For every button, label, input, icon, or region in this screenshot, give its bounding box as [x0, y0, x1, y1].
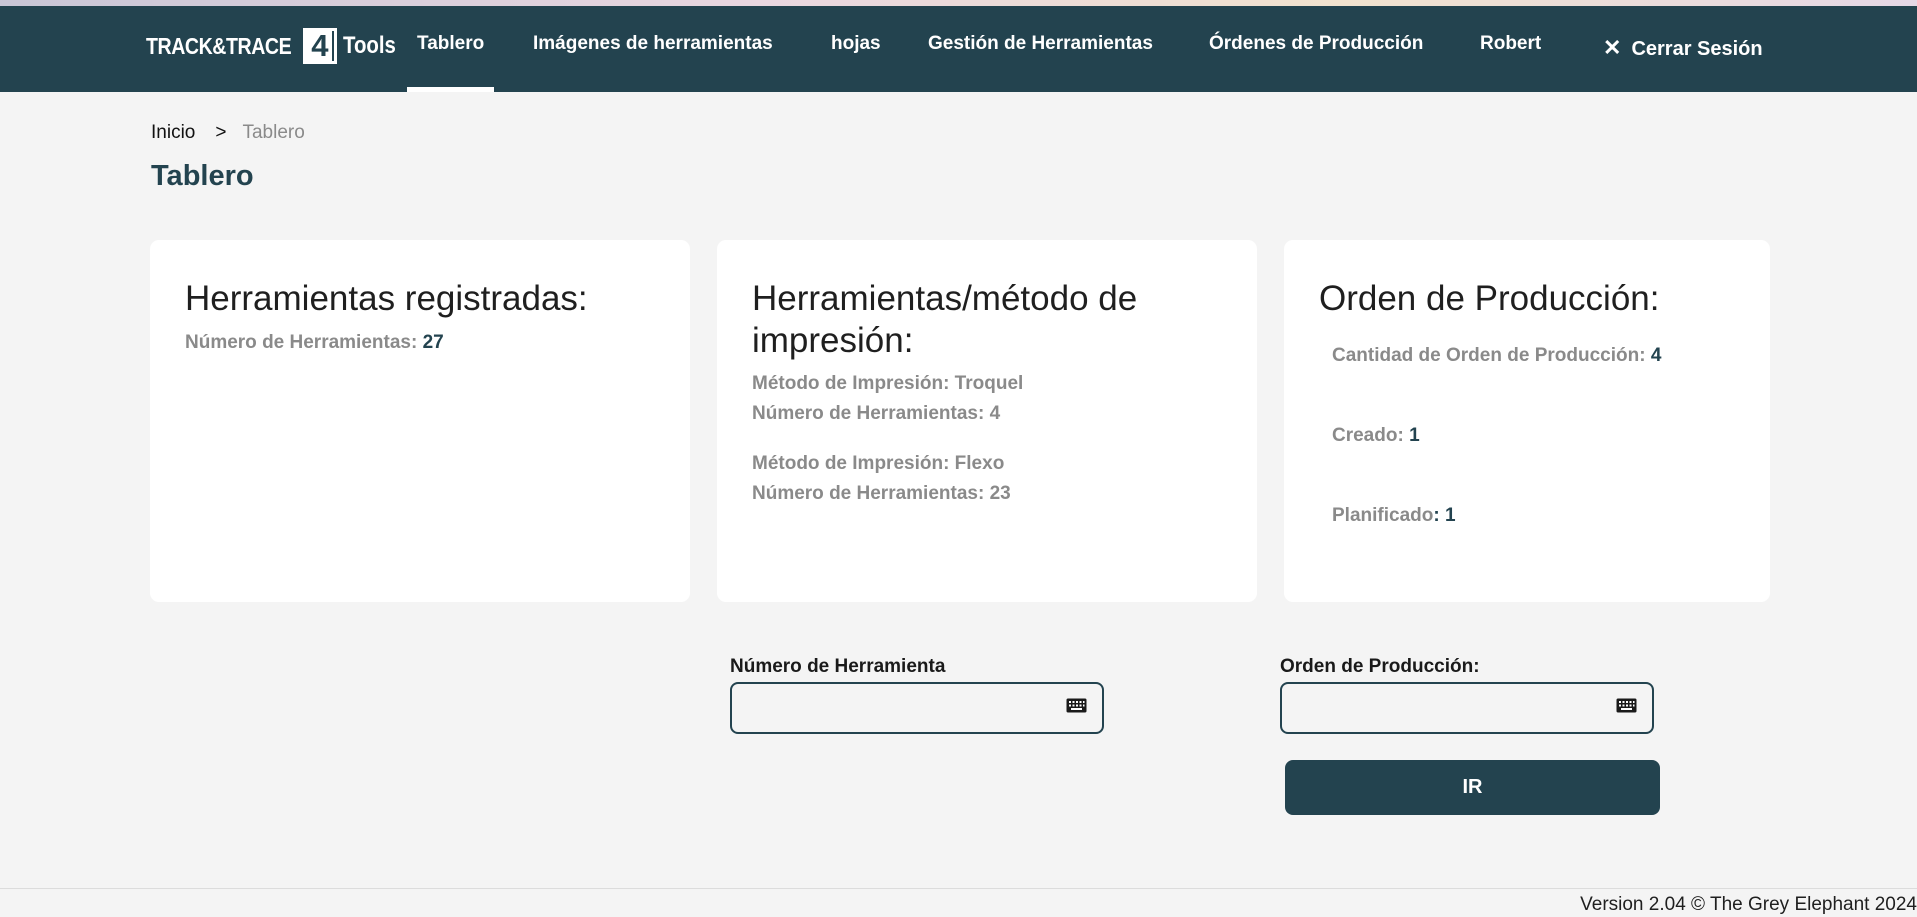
page-title: Tablero — [151, 160, 254, 192]
nav-tab-label: Gestión de Herramientas — [928, 33, 1153, 54]
production-order-card: Orden de Producción: Cantidad de Orden d… — [1284, 240, 1770, 602]
tool-number-label: Número de Herramienta — [730, 656, 946, 677]
tool-number-input[interactable] — [742, 692, 1046, 726]
tool-number-field[interactable] — [730, 682, 1104, 734]
logo-text: TRACK&TRACE — [146, 32, 292, 59]
user-name: Robert — [1480, 33, 1542, 54]
quantity-value: 4 — [1650, 345, 1662, 366]
logo-suffix: Tools — [342, 32, 396, 59]
nav-tab-tablero[interactable]: Tablero — [407, 6, 495, 92]
nav-tab-label: Tablero — [417, 33, 485, 54]
created-value: 1 — [1409, 425, 1420, 446]
nav-tab-hojas[interactable]: hojas — [831, 6, 881, 92]
nav-tab-gestion-herramientas[interactable]: Gestión de Herramientas — [928, 6, 1153, 92]
quantity-label: Cantidad de Orden de Producción: — [1332, 345, 1651, 366]
method-troquel-count: Número de Herramientas: 4 — [752, 403, 1001, 424]
method-troquel-label: Método de Impresión: Troquel — [752, 373, 1024, 394]
registered-tools-count: Número de Herramientas: 27 — [185, 332, 444, 354]
footer-version: Version 2.04 © The Grey Elephant 2024 — [1580, 894, 1917, 915]
logout-label: Cerrar Sesión — [1631, 37, 1763, 60]
nav-tab-ordenes-produccion[interactable]: Órdenes de Producción — [1209, 6, 1423, 92]
close-icon: ✕ — [1603, 35, 1622, 60]
tools-by-method-card: Herramientas/método de impresión: Método … — [717, 240, 1257, 602]
production-order-created: Creado: 1 — [1332, 425, 1420, 447]
production-order-planned: Planificado: 1 — [1332, 505, 1456, 527]
brand-logo[interactable]: TRACK&TRACE 4 Tools — [146, 26, 405, 66]
planned-label: Planificado — [1332, 505, 1434, 526]
planned-value: : 1 — [1433, 505, 1456, 526]
method-flexo-label: Método de Impresión: Flexo — [752, 453, 1005, 474]
production-order-input[interactable] — [1292, 692, 1596, 726]
count-label: Número de Herramientas: — [185, 332, 423, 353]
keyboard-icon[interactable] — [1066, 698, 1087, 713]
breadcrumb-home-link[interactable]: Inicio — [151, 122, 195, 143]
keyboard-icon[interactable] — [1616, 698, 1637, 713]
logo-number: 4 — [311, 28, 329, 63]
production-order-field[interactable] — [1280, 682, 1654, 734]
registered-tools-card: Herramientas registradas: Número de Herr… — [150, 240, 690, 602]
count-value: 27 — [422, 332, 444, 353]
tools-by-method-title: Herramientas/método de impresión: — [752, 278, 1137, 362]
nav-tab-label: Órdenes de Producción — [1209, 33, 1424, 54]
nav-tab-imagenes-herramientas[interactable]: Imágenes de herramientas — [533, 6, 773, 92]
nav-user-menu[interactable]: Robert — [1480, 6, 1541, 92]
nav-tab-label: hojas — [831, 33, 881, 54]
go-button[interactable]: IR — [1285, 760, 1660, 815]
method-flexo-count: Número de Herramientas: 23 — [752, 483, 1011, 504]
title-line-2: impresión: — [752, 321, 914, 360]
production-order-title: Orden de Producción: — [1319, 279, 1660, 318]
nav-tab-label: Imágenes de herramientas — [533, 33, 773, 54]
footer-divider — [0, 888, 1917, 889]
logout-button[interactable]: ✕ Cerrar Sesión — [1603, 6, 1763, 92]
logo-number-badge: 4 — [302, 28, 337, 64]
breadcrumb-separator: > — [215, 122, 227, 143]
production-order-label: Orden de Producción: — [1280, 656, 1480, 677]
breadcrumb: Inicio > Tablero — [151, 122, 305, 144]
title-line-1: Herramientas/método de — [752, 279, 1138, 318]
breadcrumb-current: Tablero — [242, 122, 305, 143]
registered-tools-title: Herramientas registradas: — [185, 279, 588, 318]
created-label: Creado: — [1332, 425, 1410, 446]
production-order-quantity: Cantidad de Orden de Producción: 4 — [1332, 345, 1661, 367]
